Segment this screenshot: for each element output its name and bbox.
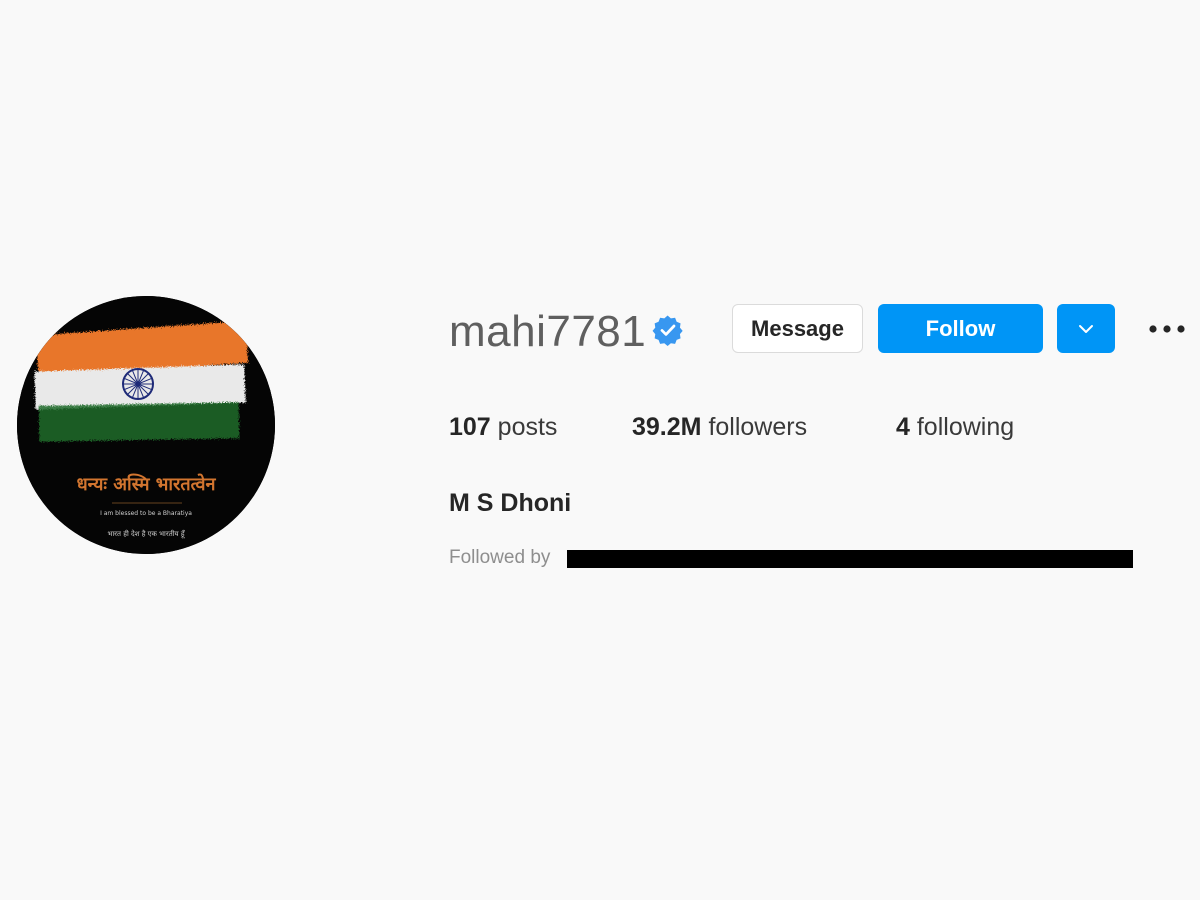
full-name: M S Dhoni	[449, 489, 572, 517]
more-options-button[interactable]	[1144, 315, 1190, 343]
avatar-subtitle-text: I am blessed to be a Bharatiya	[100, 510, 192, 517]
following-value: 4	[896, 413, 910, 441]
username: mahi7781	[449, 307, 647, 356]
follow-button[interactable]: Follow	[878, 304, 1043, 353]
chevron-down-icon	[1079, 324, 1093, 333]
suggestions-dropdown-button[interactable]	[1057, 304, 1115, 353]
verified-badge-icon	[652, 315, 683, 346]
redaction-bar	[567, 550, 1133, 568]
chakra-icon	[122, 368, 154, 400]
posts-label: posts	[497, 413, 558, 441]
posts-value: 107	[449, 413, 491, 441]
followers-link[interactable]: 39.2M followers	[632, 410, 807, 444]
avatar-image: धन्यः अस्मि भारतत्वेन I am blessed to be…	[17, 296, 275, 554]
more-options-icon	[1149, 325, 1185, 333]
following-label: following	[916, 413, 1015, 441]
followers-value: 39.2M	[632, 413, 702, 441]
following-link[interactable]: 4 following	[896, 410, 1014, 444]
avatar-title-text: धन्यः अस्मि भारतत्वेन	[77, 473, 217, 495]
posts-count: 107 posts	[449, 410, 557, 444]
profile-page: धन्यः अस्मि भारतत्वेन I am blessed to be…	[0, 0, 1200, 900]
avatar-hindi-text: भारत ही देश है एक भारतीय हूँ	[107, 529, 185, 539]
followed-by-label: Followed by	[449, 547, 551, 568]
profile-avatar[interactable]: धन्यः अस्मि भारतत्वेन I am blessed to be…	[17, 296, 275, 554]
message-button[interactable]: Message	[732, 304, 863, 353]
followers-label: followers	[708, 413, 808, 441]
